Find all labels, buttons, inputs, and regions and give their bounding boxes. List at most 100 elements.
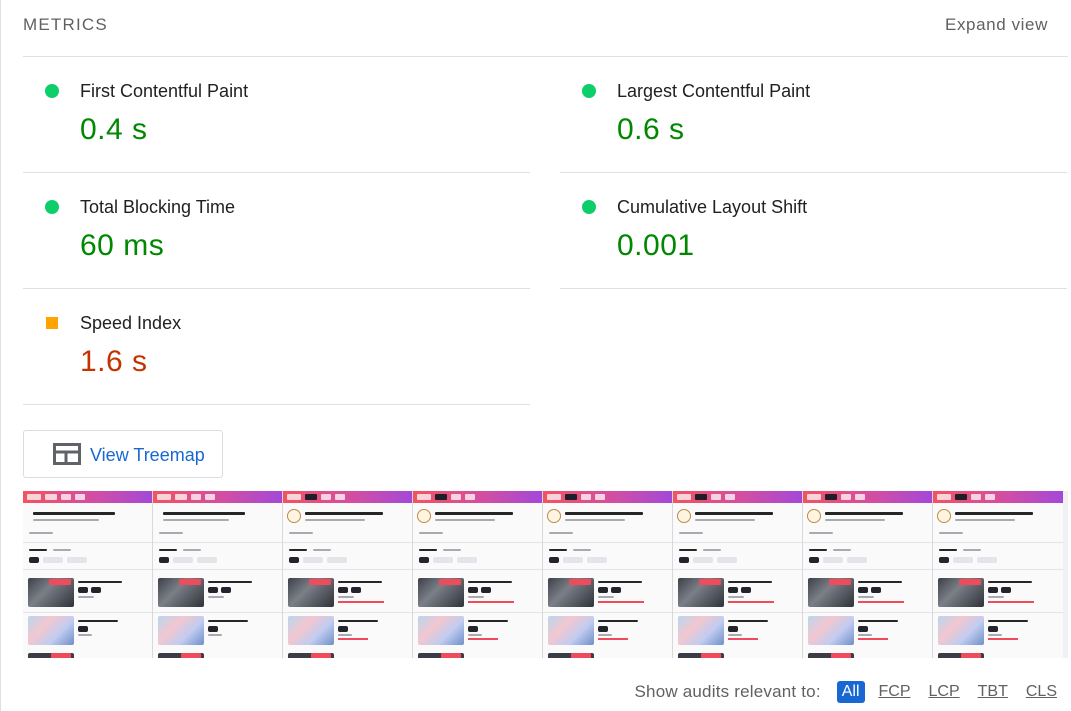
frame-tag	[91, 587, 101, 593]
frame-nav-chip	[417, 494, 431, 500]
filmstrip-frame	[803, 491, 933, 658]
frame-nav-bar	[673, 491, 802, 503]
frame-subheading	[695, 519, 755, 521]
frame-nav-chip	[287, 494, 301, 500]
filter-chip-tbt[interactable]: TBT	[974, 681, 1012, 703]
frame-progress	[468, 601, 514, 603]
frame-meta	[78, 634, 92, 636]
frame-tag	[208, 587, 218, 593]
frame-item-title	[598, 581, 642, 583]
frame-badge	[441, 653, 461, 658]
filter-chip-fcp[interactable]: FCP	[875, 681, 915, 703]
frame-nav-chip	[565, 494, 577, 500]
frame-meta	[289, 532, 313, 534]
frame-badge	[569, 579, 591, 585]
frame-pill	[327, 557, 347, 563]
frame-thumbnail	[548, 616, 594, 645]
frame-badge	[571, 653, 591, 658]
frame-pill	[563, 557, 583, 563]
metric-title: Total Blocking Time	[80, 197, 236, 217]
frame-meta	[468, 634, 482, 636]
frame-thumbnail	[158, 616, 204, 645]
frame-meta	[988, 634, 1002, 636]
frame-progress	[728, 638, 758, 640]
frame-meta	[809, 532, 833, 534]
frame-meta	[598, 596, 614, 598]
filmstrip	[23, 491, 1068, 658]
frame-meta	[549, 532, 573, 534]
frame-nav-chip	[971, 494, 981, 500]
frame-heading	[955, 512, 1033, 515]
pass-indicator-icon	[582, 200, 596, 214]
metric-value: 0.4 s	[80, 113, 148, 146]
frame-nav-chip	[335, 494, 345, 500]
frame-label	[963, 549, 981, 551]
frame-badge	[961, 653, 981, 658]
frame-pill	[549, 557, 559, 563]
frame-tag	[988, 626, 998, 632]
filter-chip-lcp[interactable]: LCP	[925, 681, 964, 703]
frame-label	[703, 549, 721, 551]
frame-progress	[338, 638, 368, 640]
frame-pill	[159, 557, 169, 563]
frame-subheading	[163, 519, 229, 521]
filmstrip-frame	[673, 491, 803, 658]
frame-nav-chip	[695, 494, 707, 500]
frame-thumbnail	[808, 616, 854, 645]
frame-meta	[78, 596, 94, 598]
frame-pill	[419, 557, 429, 563]
frame-subheading	[955, 519, 1015, 521]
frame-item-title	[728, 581, 772, 583]
frame-nav-chip	[677, 494, 691, 500]
frame-label	[289, 549, 307, 551]
frame-divider	[413, 569, 542, 570]
frame-subheading	[33, 519, 99, 521]
frame-divider	[803, 542, 932, 543]
frame-divider	[153, 569, 282, 570]
frame-nav-chip	[825, 494, 837, 500]
frame-meta	[679, 532, 703, 534]
frame-tag	[351, 587, 361, 593]
frame-meta	[728, 634, 742, 636]
frame-nav-bar	[933, 491, 1063, 503]
frame-nav-bar	[283, 491, 412, 503]
frame-subheading	[305, 519, 365, 521]
filter-chip-cls[interactable]: CLS	[1022, 681, 1061, 703]
metric-title: Speed Index	[80, 313, 182, 333]
frame-label	[939, 549, 957, 551]
frame-item-title	[988, 581, 1032, 583]
frame-tag	[1001, 587, 1011, 593]
filter-chip-all[interactable]: All	[836, 681, 865, 703]
frame-badge	[179, 579, 201, 585]
metric-speed-index: Speed Index 1.6 s	[23, 289, 530, 405]
metric-value: 0.6 s	[617, 113, 685, 146]
frame-tag	[598, 587, 608, 593]
frame-divider	[283, 612, 412, 613]
frame-tag	[78, 626, 88, 632]
metric-value: 1.6 s	[80, 345, 148, 378]
frame-nav-chip	[157, 494, 171, 500]
metric-value: 60 ms	[80, 229, 165, 262]
filmstrip-frame	[543, 491, 673, 658]
pass-indicator-icon	[45, 200, 59, 214]
frame-nav-bar	[23, 491, 152, 503]
view-treemap-label: View Treemap	[90, 445, 205, 465]
frame-divider	[413, 542, 542, 543]
metric-title: Largest Contentful Paint	[617, 81, 811, 101]
frame-divider	[933, 612, 1063, 613]
frame-badge	[439, 579, 461, 585]
expand-view-toggle[interactable]: Expand view	[945, 15, 1048, 35]
frame-progress	[598, 638, 628, 640]
pass-indicator-icon	[45, 84, 59, 98]
frame-nav-chip	[75, 494, 85, 500]
frame-tag	[338, 587, 348, 593]
metric-value: 0.001	[617, 229, 695, 262]
frame-item-title	[78, 581, 122, 583]
frame-tag	[481, 587, 491, 593]
frame-divider	[673, 569, 802, 570]
frame-item-title	[338, 620, 378, 622]
frame-tag	[598, 626, 608, 632]
view-treemap-button[interactable]: View Treemap	[23, 430, 223, 478]
frame-divider	[283, 569, 412, 570]
frame-divider	[933, 569, 1063, 570]
